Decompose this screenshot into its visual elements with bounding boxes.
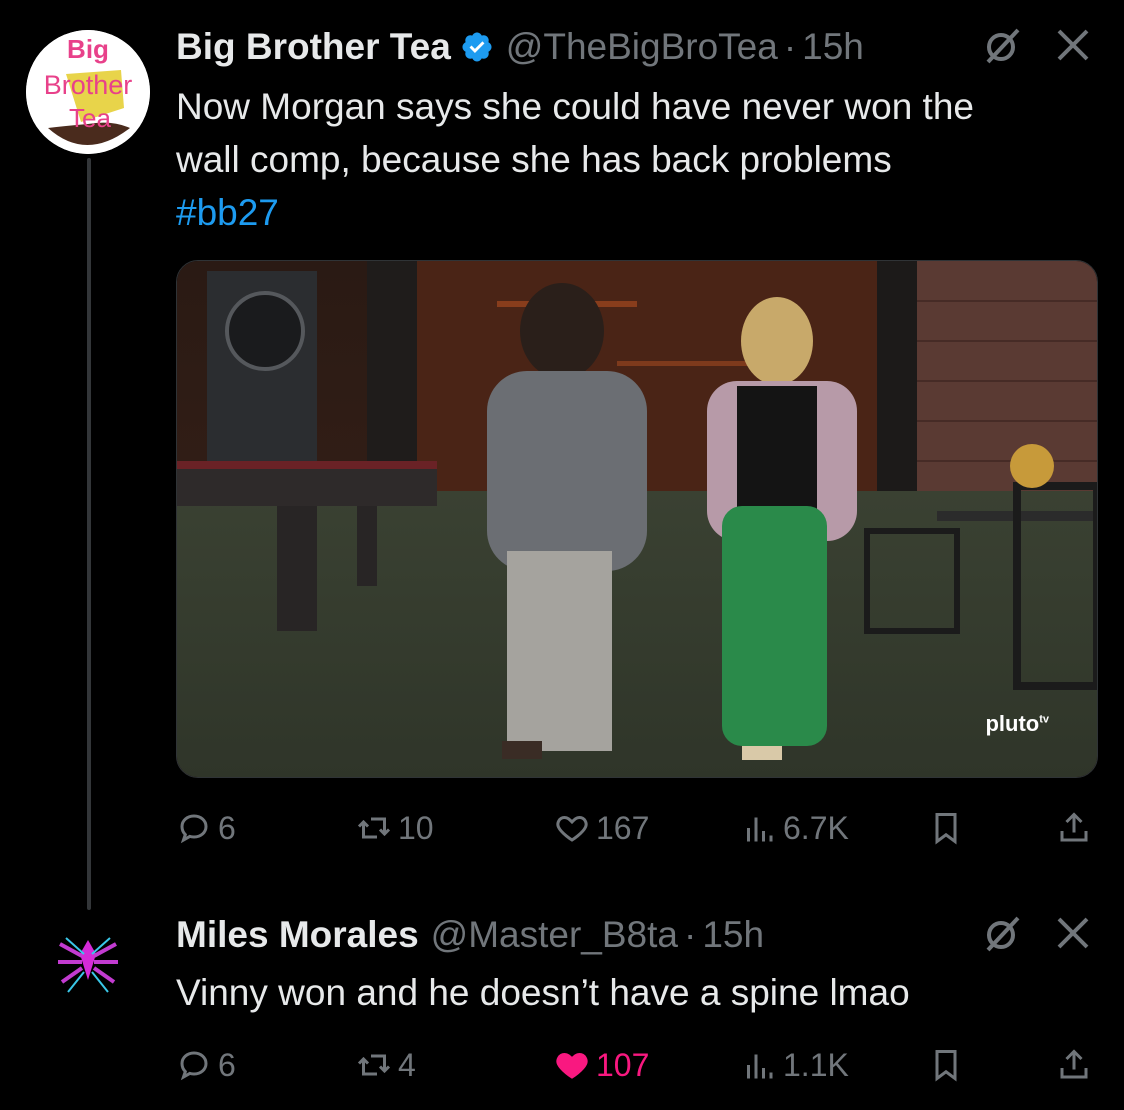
like-count: 167 [596, 809, 650, 846]
grok-icon[interactable] [982, 24, 1024, 66]
repost-icon [357, 1054, 391, 1076]
views-count: 1.1K [783, 1046, 849, 1083]
reply-header: Miles Morales @Master_B8ta · 15h [176, 912, 764, 958]
like-icon [556, 1052, 588, 1079]
reply-header-icons [982, 912, 1094, 954]
avatar-text-3: Tea [69, 103, 111, 133]
views-icon [747, 817, 773, 842]
close-icon[interactable] [1052, 24, 1094, 66]
reply-time[interactable]: 15h [702, 914, 764, 956]
tweet-actions: 6 10 167 6.7K [176, 803, 1096, 853]
reply-icon [180, 1051, 208, 1081]
views-count: 6.7K [783, 809, 849, 846]
views-icon [747, 1054, 773, 1079]
tweet-header: Big Brother Tea @TheBigBroTea · 15h [176, 24, 864, 70]
tweet-text: Now Morgan says she could have never won… [176, 80, 1106, 239]
author-name[interactable]: Big Brother Tea [176, 26, 451, 68]
reply-count: 6 [218, 809, 236, 846]
share-button[interactable] [1056, 810, 1092, 846]
tweet-text-line-1: Now Morgan says she could have never won… [176, 86, 974, 127]
avatar-big-brother-tea[interactable]: Big Brother Tea [26, 30, 150, 154]
repost-count: 10 [398, 809, 434, 846]
verified-icon [462, 32, 492, 62]
views-button[interactable]: 1.1K [741, 1047, 849, 1084]
repost-icon [357, 817, 391, 839]
close-icon[interactable] [1052, 912, 1094, 954]
repost-count: 4 [398, 1046, 416, 1083]
pluto-watermark: plutotv [985, 711, 1049, 736]
reply-button[interactable]: 6 [176, 810, 236, 847]
separator-dot: · [783, 26, 797, 67]
bookmark-button[interactable] [928, 1047, 964, 1083]
bookmark-icon [935, 813, 957, 845]
share-icon [1060, 812, 1088, 842]
share-icon [1060, 1049, 1088, 1079]
reply-button[interactable]: 6 [176, 1047, 236, 1084]
like-button[interactable]: 107 [554, 1047, 649, 1084]
repost-button[interactable]: 10 [356, 810, 434, 847]
tweet-text-line-2: wall comp, because she has back problems [176, 139, 892, 180]
tweet-header-icons [982, 24, 1094, 66]
thread-line [87, 158, 91, 910]
repost-button[interactable]: 4 [356, 1047, 416, 1084]
hashtag-link[interactable]: #bb27 [176, 186, 1106, 239]
reply-text: Vinny won and he doesn’t have a spine lm… [176, 972, 910, 1013]
like-count: 107 [596, 1046, 650, 1083]
bookmark-button[interactable] [928, 810, 964, 846]
avatar-text-1: Big [67, 34, 109, 64]
author-handle[interactable]: @TheBigBroTea [506, 26, 778, 68]
grok-icon[interactable] [982, 912, 1024, 954]
reply-author-name[interactable]: Miles Morales [176, 914, 419, 956]
views-button[interactable]: 6.7K [741, 810, 849, 847]
reply-actions: 6 4 107 1.1K [176, 1040, 1096, 1090]
tweet-video[interactable]: plutotv [176, 260, 1098, 778]
avatar-miles-morales[interactable] [46, 918, 130, 1002]
like-icon [556, 815, 588, 842]
share-button[interactable] [1056, 1047, 1092, 1083]
separator-dot: · [684, 914, 697, 955]
bookmark-icon [935, 1050, 957, 1082]
avatar-text-2: Brother [44, 70, 133, 100]
reply-author-handle[interactable]: @Master_B8ta [431, 914, 678, 956]
reply-count: 6 [218, 1046, 236, 1083]
reply-icon [180, 814, 208, 844]
like-button[interactable]: 167 [554, 810, 649, 847]
tweet-time[interactable]: 15h [802, 26, 864, 68]
video-frame [177, 261, 1097, 777]
